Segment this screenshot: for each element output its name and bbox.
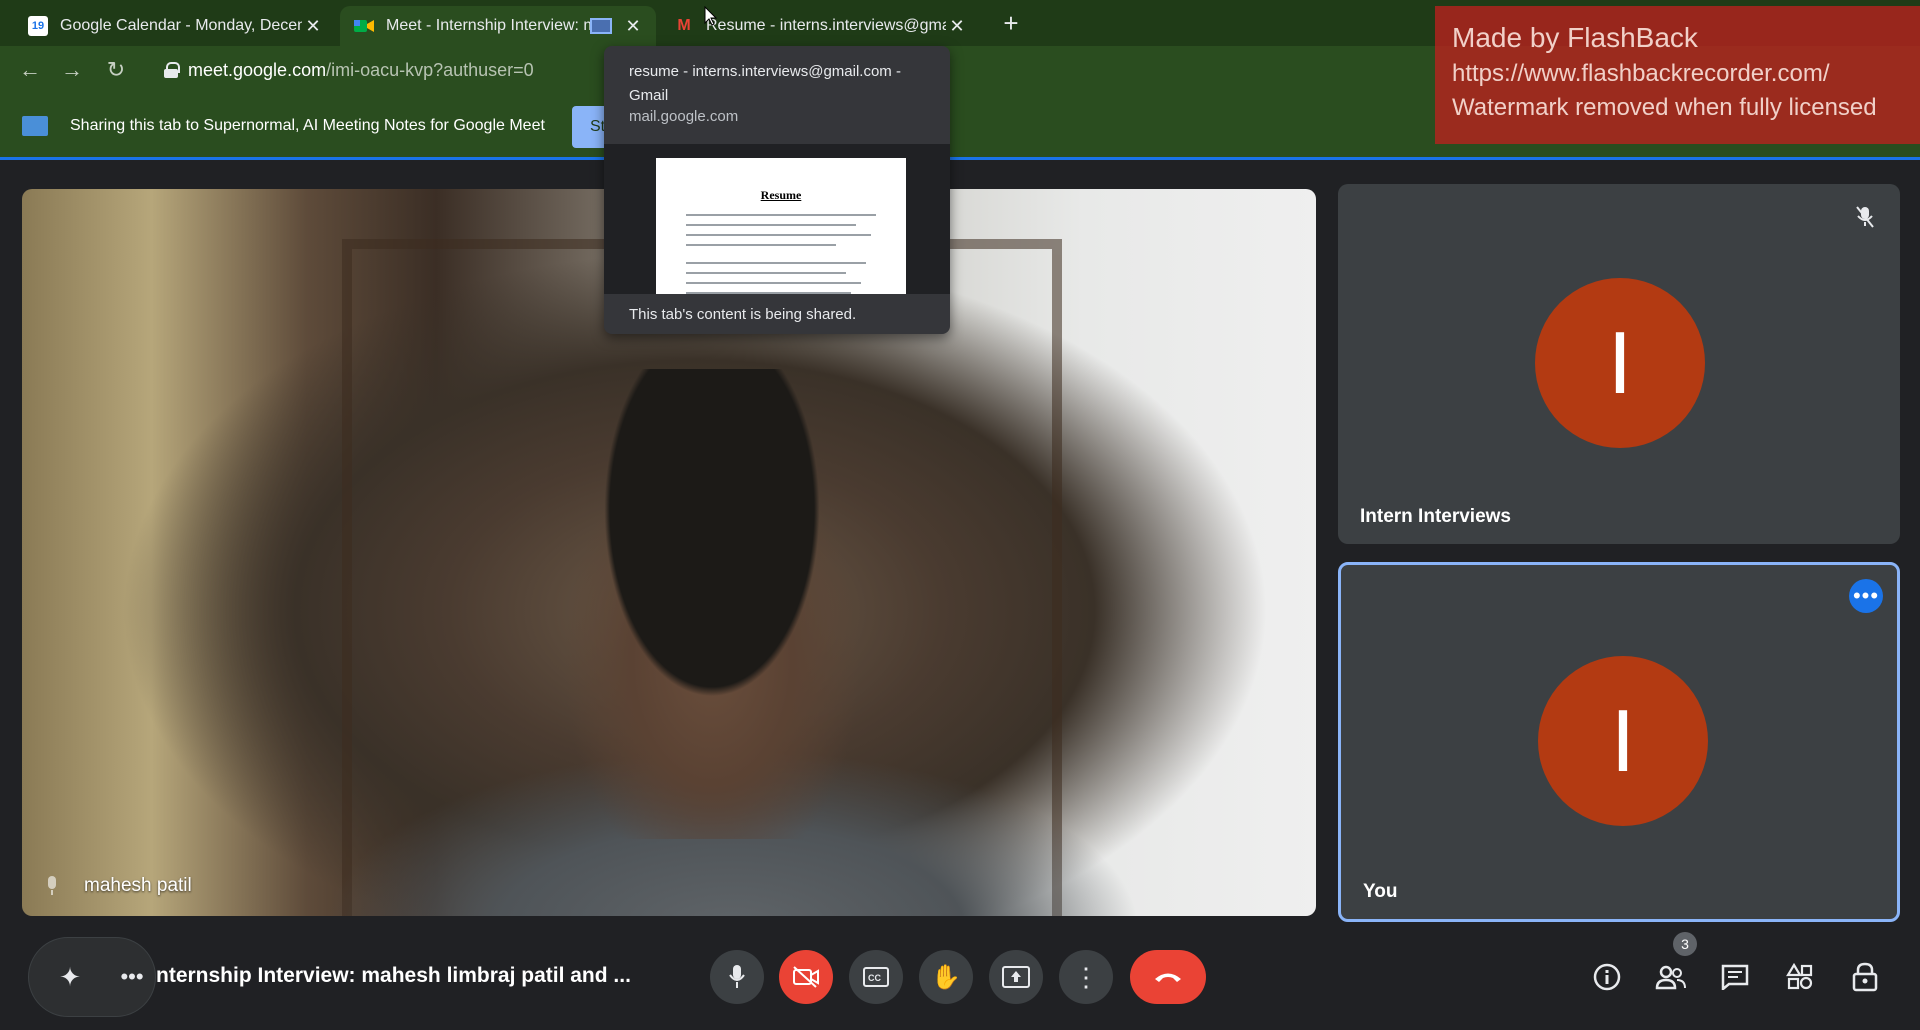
participant-tile-intern-interviews[interactable]: I Intern Interviews [1338,184,1900,544]
mic-off-icon [1852,204,1878,230]
participant-name: mahesh patil [84,875,192,896]
meet-stage: mahesh patil I Intern Interviews ••• I Y… [0,160,1920,1030]
captions-icon: CC [863,967,889,987]
lock-icon [164,62,180,78]
leave-call-button[interactable] [1130,950,1206,1004]
tab-hover-card: resume - interns.interviews@gmail.com - … [604,46,950,334]
preview-line [686,262,866,264]
hover-card-title: resume - interns.interviews@gmail.com - … [629,63,901,104]
gmail-icon: M [677,17,691,34]
sharing-indicator-icon [590,18,612,34]
back-icon[interactable]: ← [14,54,46,86]
raise-hand-button[interactable]: ✋ [919,950,973,1004]
watermark-line: https://www.flashbackrecorder.com/ [1452,60,1830,87]
hover-card-sharing-note: This tab's content is being shared. [629,306,857,323]
present-button[interactable] [989,950,1043,1004]
video-person-head [522,369,902,839]
reload-icon[interactable]: ↻ [100,54,132,86]
info-icon [1593,963,1621,991]
tab-label: Resume - interns.interviews@gmail.c [706,17,946,34]
preview-line [686,272,846,274]
watermark-line: Made by FlashBack [1452,22,1698,53]
tab-google-calendar[interactable]: 19 Google Calendar - Monday, Decemb ✕ [14,6,336,46]
tab-meet[interactable]: Meet - Internship Interview: ma ✕ [340,6,656,46]
svg-text:CC: CC [868,973,881,983]
url-text: meet.google.com/imi-oacu-kvp?authuser=0 [188,60,534,81]
calendar-icon: 19 [28,16,48,36]
microphone-icon [729,965,745,988]
mic-indicator-icon [48,876,56,895]
avatar: I [1538,656,1708,826]
hover-card-domain: mail.google.com [629,108,739,125]
preview-line [686,282,861,284]
participant-name: Intern Interviews [1360,506,1511,527]
meet-icon [354,16,374,36]
meeting-title: nternship Interview: mahesh limbraj pati… [156,964,631,987]
present-screen-icon [1002,966,1030,988]
preview-line [686,244,836,246]
people-button[interactable] [1646,952,1696,1002]
preview-line [686,234,871,236]
companion-pill[interactable]: ✦ ••• [28,937,156,1017]
document-preview: Resume [656,158,906,294]
mouse-cursor-icon [704,6,718,26]
hang-up-icon [1155,973,1181,982]
meet-controls-bar: ✦ ••• nternship Interview: mahesh limbra… [0,930,1920,1030]
avatar: I [1535,278,1705,448]
captions-button[interactable]: CC [849,950,903,1004]
sharing-message: Sharing this tab to Supernormal, AI Meet… [70,117,545,134]
close-tab-icon[interactable]: ✕ [622,15,644,37]
close-tab-icon[interactable]: ✕ [302,15,324,37]
participants-count-badge: 3 [1673,932,1697,956]
tab-label: Meet - Internship Interview: ma [386,17,590,34]
hand-icon: ✋ [931,963,961,991]
tab-label: Google Calendar - Monday, Decemb [60,17,302,34]
preview-line [686,292,851,294]
forward-icon[interactable]: → [56,54,88,86]
preview-line [686,214,876,216]
activities-icon [1786,963,1813,990]
close-tab-icon[interactable]: ✕ [946,15,968,37]
more-horizontal-icon[interactable]: ••• [117,962,147,992]
participant-tile-you[interactable]: ••• I You [1338,562,1900,922]
camera-off-icon [793,966,819,988]
camera-off-button[interactable] [779,950,833,1004]
url-host: meet.google.com [188,59,327,80]
microphone-button[interactable] [710,950,764,1004]
recorder-watermark: Made by FlashBack https://www.flashbackr… [1435,6,1920,144]
url-path: /imi-oacu-kvp?authuser=0 [326,59,534,80]
lock-person-icon [1852,962,1878,992]
meeting-details-button[interactable] [1582,952,1632,1002]
hover-card-preview: Resume [604,144,950,294]
watermark-line: Watermark removed when fully licensed [1452,94,1877,121]
chat-icon [1721,964,1749,990]
screen: 19 Google Calendar - Monday, Decemb ✕ Me… [0,0,1920,1030]
participant-name: You [1363,881,1398,902]
more-vertical-icon: ⋮ [1073,961,1099,992]
chat-button[interactable] [1710,952,1760,1002]
activities-button[interactable] [1775,952,1825,1002]
preview-heading: Resume [760,188,802,202]
more-options-icon[interactable]: ••• [1849,579,1883,613]
host-controls-button[interactable] [1840,952,1890,1002]
sparkle-icon[interactable]: ✦ [55,962,85,992]
new-tab-button[interactable]: + [996,8,1026,38]
preview-line [686,224,856,226]
more-options-button[interactable]: ⋮ [1059,950,1113,1004]
screen-share-icon [22,116,48,136]
people-icon [1655,965,1686,990]
